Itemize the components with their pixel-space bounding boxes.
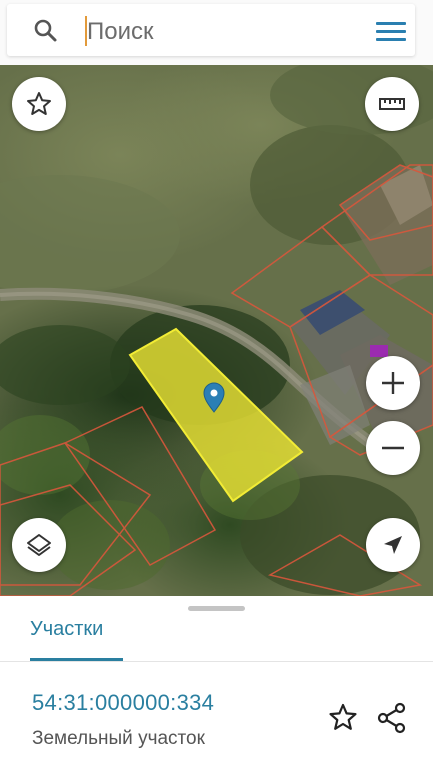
share-icon <box>377 702 406 734</box>
tab-parcels[interactable]: Участки <box>30 618 103 641</box>
divider <box>0 661 433 662</box>
layers-button[interactable] <box>12 518 66 572</box>
search-input[interactable] <box>87 12 357 52</box>
ruler-icon <box>379 98 405 110</box>
locate-button[interactable] <box>366 518 420 572</box>
zoom-in-button[interactable] <box>366 356 420 410</box>
bottom-sheet: Участки 54:31:000000:334 Земельный участ… <box>0 596 433 767</box>
star-outline-icon <box>329 703 357 730</box>
cadastral-number[interactable]: 54:31:000000:334 <box>32 690 214 716</box>
plus-icon <box>382 372 404 394</box>
map-view[interactable] <box>0 65 433 596</box>
zoom-out-button[interactable] <box>366 421 420 475</box>
navigation-arrow-icon <box>384 536 402 554</box>
top-bar <box>0 0 433 65</box>
favorite-map-button[interactable] <box>12 77 66 131</box>
hamburger-menu-icon[interactable] <box>371 16 411 48</box>
minus-icon <box>382 446 404 450</box>
search-icon[interactable] <box>32 17 60 45</box>
ruler-button[interactable] <box>365 77 419 131</box>
share-button[interactable] <box>374 700 410 736</box>
layers-icon <box>27 534 51 556</box>
search-bar <box>7 4 415 56</box>
parcel-type: Земельный участок <box>32 728 205 749</box>
location-pin-icon[interactable] <box>0 65 433 596</box>
star-icon <box>27 92 51 115</box>
favorite-button[interactable] <box>325 700 361 736</box>
sheet-drag-handle[interactable] <box>188 606 245 611</box>
